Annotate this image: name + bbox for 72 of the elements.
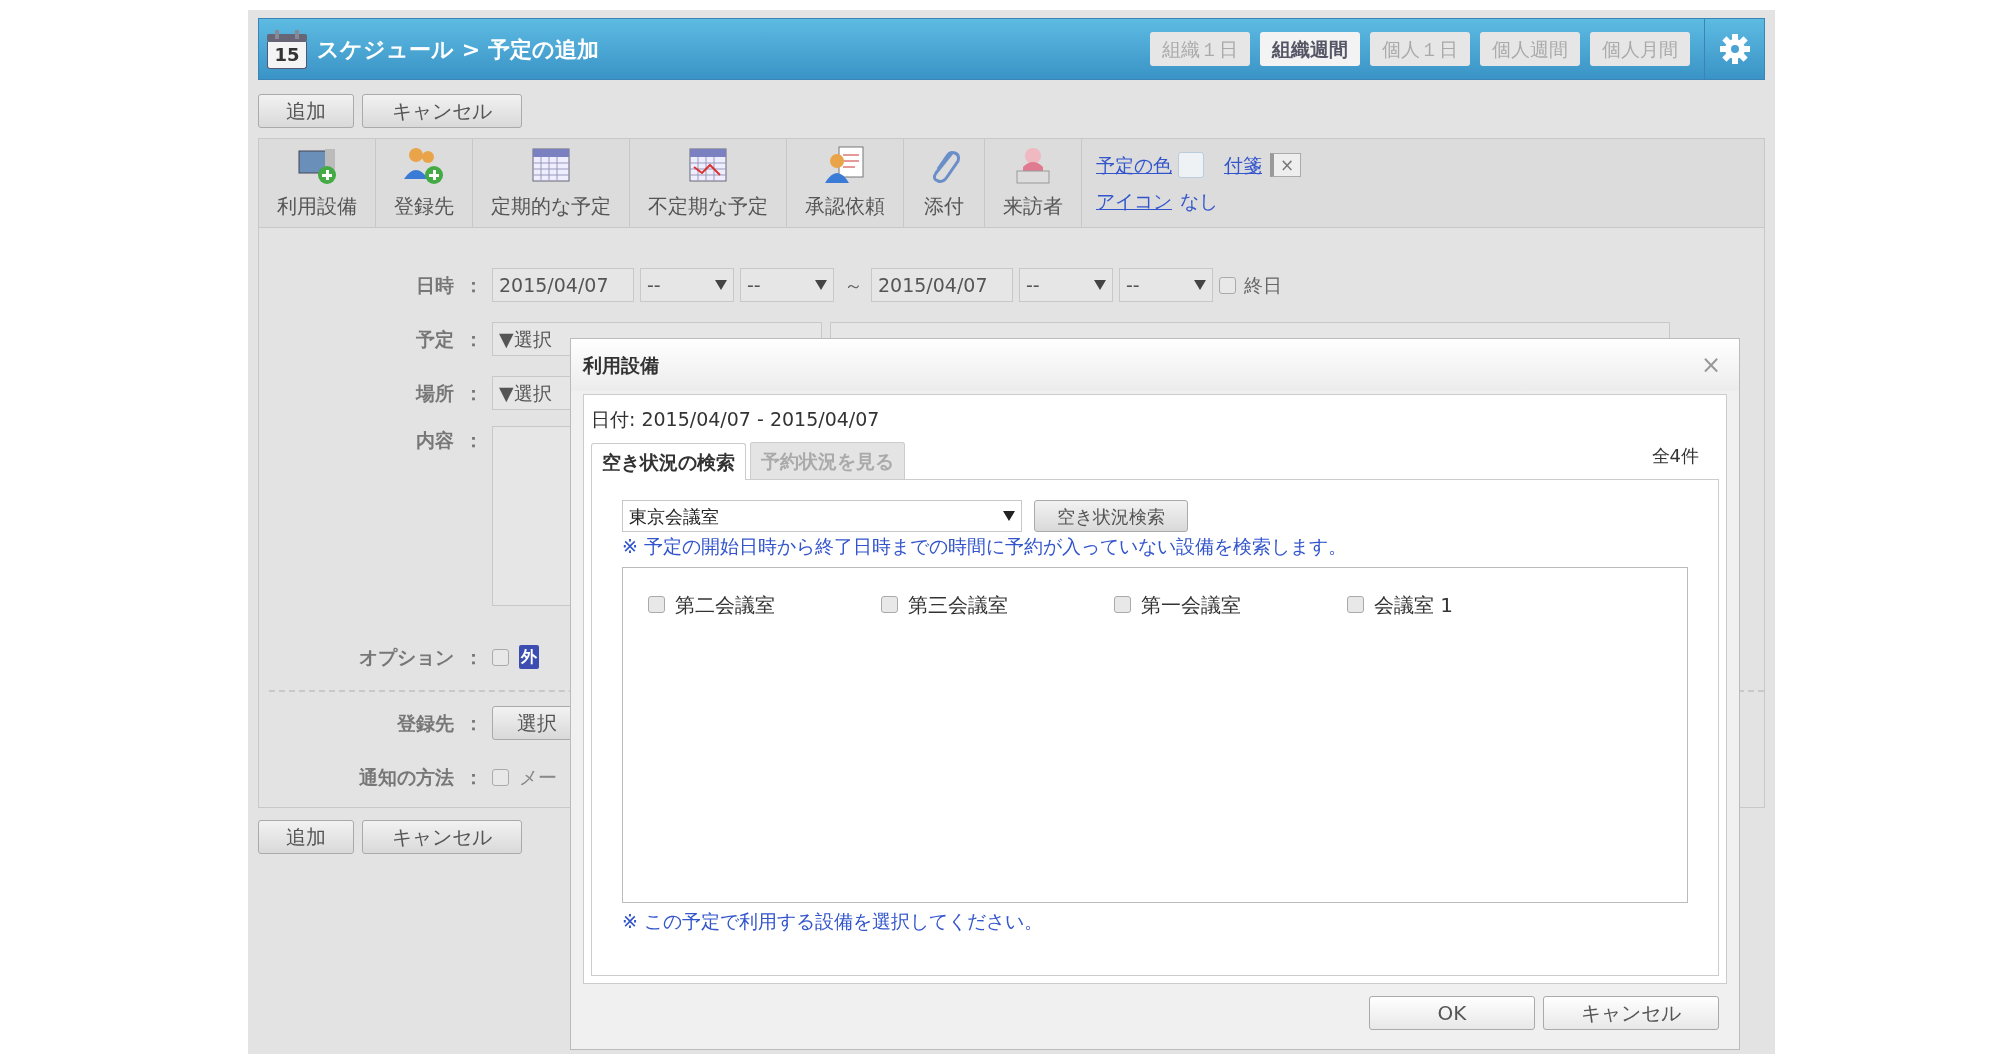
checkbox[interactable] (648, 596, 665, 613)
field-label: 登録先 (396, 710, 455, 736)
label-colon: ： (464, 428, 484, 453)
range-separator: ～ (844, 272, 863, 298)
label-colon: ： (464, 326, 484, 352)
checkbox-label: 終日 (1244, 272, 1282, 298)
field-label: 日時 (415, 272, 455, 298)
color-swatch[interactable] (1178, 151, 1204, 178)
tab[interactable]: 空き状況の検索 (591, 442, 746, 480)
date-range: 日付: 2015/04/07 - 2015/04/07 (591, 407, 881, 432)
field-label: オプション (358, 644, 455, 670)
ok-button[interactable]: OK (1369, 996, 1535, 1030)
toolbar-button[interactable]: 来訪者 (985, 139, 1082, 227)
field-label: 場所 (414, 380, 455, 406)
toolbar-button[interactable]: 添付 (904, 139, 985, 227)
hour-select[interactable]: -- (1019, 268, 1113, 302)
color-link[interactable]: 予定の色 (1096, 150, 1172, 179)
page-title: スケジュール > 予定の追加 (317, 35, 599, 64)
facility-select[interactable]: 東京会議室 (622, 500, 1022, 532)
result-count: 全4件 (1651, 443, 1699, 468)
checkbox[interactable] (1347, 596, 1364, 613)
checkbox[interactable] (1114, 596, 1131, 613)
checkbox-label: 第一会議室 (1141, 591, 1241, 619)
toolbar-button[interactable]: 利用設備 (259, 139, 376, 227)
toolbar-button[interactable]: 登録先 (376, 139, 473, 227)
add-button[interactable]: 追加 (258, 94, 354, 128)
checkbox-label: 第二会議室 (675, 591, 775, 619)
add-button[interactable]: 追加 (258, 820, 354, 854)
date-field[interactable]: 2015/04/07 (871, 268, 1013, 302)
checkbox[interactable] (492, 768, 509, 786)
field-label: 予定 (415, 326, 455, 352)
view-button[interactable]: 組織週間 (1260, 31, 1360, 67)
cancel-button[interactable]: キャンセル (362, 94, 522, 128)
cancel-button[interactable]: キャンセル (362, 820, 522, 854)
hour-select[interactable]: -- (640, 268, 734, 302)
checkbox[interactable] (1219, 276, 1236, 294)
field-label: 内容 (415, 428, 455, 453)
checkbox-label: 会議室 1 (1374, 591, 1454, 619)
sticky-note-link[interactable]: 付箋 (1224, 150, 1262, 179)
label-colon: ： (464, 764, 484, 790)
dialog-title: 利用設備 (583, 352, 659, 378)
cancel-button[interactable]: キャンセル (1543, 996, 1719, 1030)
dropdown-arrow-icon (815, 280, 827, 290)
dropdown-arrow-icon (715, 280, 727, 290)
checkbox[interactable] (881, 596, 898, 613)
calendar-day: 15 (267, 41, 307, 69)
label-colon: ： (464, 710, 484, 736)
dropdown-arrow-icon (1003, 511, 1015, 521)
icon-value: なし (1180, 189, 1218, 214)
dropdown-arrow-icon (1194, 280, 1206, 290)
calendar-rings-icon (267, 29, 307, 42)
outside-badge: 外 (519, 645, 539, 669)
toolbar-button[interactable]: 定期的な予定 (473, 139, 630, 227)
minute-select[interactable]: -- (740, 268, 834, 302)
hint-text: ※ 予定の開始日時から終了日時までの時間に予約が入っていない設備を検索します。 (622, 534, 1348, 559)
label-colon: ： (464, 272, 484, 298)
label-colon: ： (464, 380, 484, 406)
icon-link[interactable]: アイコン (1096, 187, 1172, 216)
field-label: 通知の方法 (358, 764, 455, 790)
minute-select[interactable]: -- (1119, 268, 1213, 302)
clear-button[interactable]: × (1270, 152, 1302, 177)
search-button[interactable]: 空き状況検索 (1034, 500, 1188, 532)
toolbar-button[interactable]: 承認依頼 (787, 139, 904, 227)
checkbox-label: メー (519, 764, 557, 790)
date-field[interactable]: 2015/04/07 (492, 268, 634, 302)
hint-text: ※ この予定で利用する設備を選択してください。 (622, 908, 1044, 934)
dropdown-arrow-icon (1094, 280, 1106, 290)
toolbar-button[interactable]: 不定期な予定 (630, 139, 787, 227)
checkbox[interactable] (492, 648, 509, 666)
label-colon: ： (464, 644, 484, 670)
settings-icon (1718, 33, 1751, 65)
checkbox-label: 第三会議室 (908, 591, 1008, 619)
